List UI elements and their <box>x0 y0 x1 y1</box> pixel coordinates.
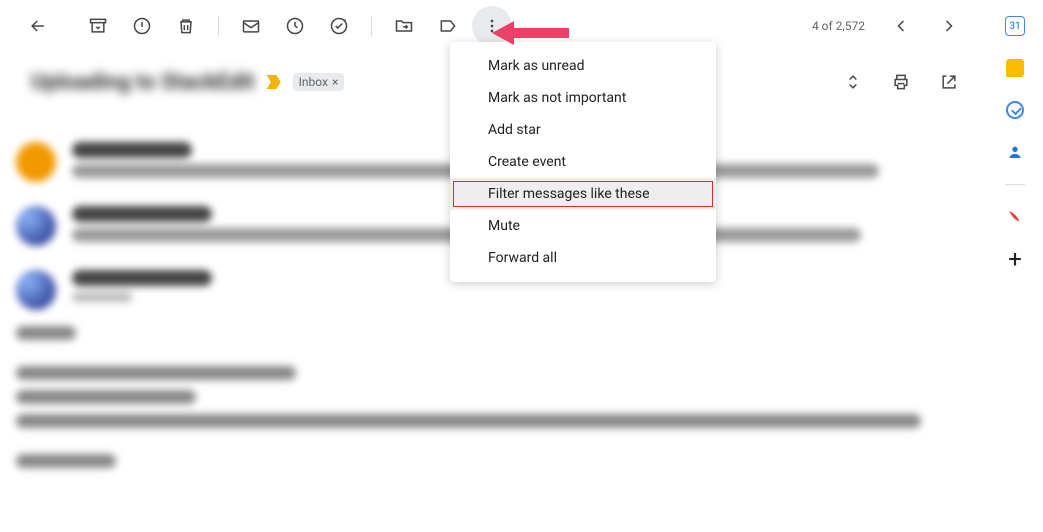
inbox-label[interactable]: Inbox × <box>293 73 345 91</box>
get-addons-button[interactable]: + <box>1005 249 1025 269</box>
inbox-label-text: Inbox <box>299 75 328 89</box>
menu-forward-all[interactable]: Forward all <box>450 242 716 274</box>
tasks-addon[interactable] <box>1005 100 1025 120</box>
labels-button[interactable] <box>428 6 468 46</box>
contacts-addon[interactable] <box>1005 142 1025 162</box>
divider <box>371 16 372 36</box>
divider <box>218 16 219 36</box>
keep-addon[interactable] <box>1005 58 1025 78</box>
importance-marker-icon[interactable] <box>267 75 281 89</box>
delete-button[interactable] <box>166 6 206 46</box>
menu-mark-not-important[interactable]: Mark as not important <box>450 82 716 114</box>
main-content: 4 of 2,572 Uploading to StackEdit Inbox … <box>2 2 985 530</box>
older-button[interactable] <box>929 6 969 46</box>
add-to-tasks-button[interactable] <box>319 6 359 46</box>
print-button[interactable] <box>881 62 921 102</box>
menu-mute[interactable]: Mute <box>450 210 716 242</box>
comet-addon[interactable] <box>1005 207 1025 227</box>
expand-all-button[interactable] <box>833 62 873 102</box>
mark-unread-button[interactable] <box>231 6 271 46</box>
toolbar-left <box>18 6 512 46</box>
plus-icon: + <box>1008 247 1022 271</box>
menu-create-event[interactable]: Create event <box>450 146 716 178</box>
newer-button[interactable] <box>881 6 921 46</box>
calendar-addon[interactable]: 31 <box>1005 16 1025 36</box>
side-panel: 31 + <box>987 0 1043 532</box>
pagination-text: 4 of 2,572 <box>812 19 865 33</box>
more-menu: Mark as unread Mark as not important Add… <box>450 42 716 282</box>
subject-text: Uploading to StackEdit <box>31 70 255 95</box>
annotation-arrow <box>492 21 569 45</box>
snooze-button[interactable] <box>275 6 315 46</box>
menu-filter-messages[interactable]: Filter messages like these <box>450 178 716 210</box>
menu-mark-unread[interactable]: Mark as unread <box>450 50 716 82</box>
avatar <box>16 270 56 310</box>
remove-label-icon[interactable]: × <box>332 75 338 89</box>
toolbar-right: 4 of 2,572 <box>812 6 969 46</box>
move-to-button[interactable] <box>384 6 424 46</box>
archive-button[interactable] <box>78 6 118 46</box>
avatar <box>16 206 56 246</box>
message-item[interactable] <box>16 258 969 490</box>
back-button[interactable] <box>18 6 58 46</box>
side-divider <box>1005 184 1025 185</box>
spam-button[interactable] <box>122 6 162 46</box>
avatar <box>16 142 56 182</box>
menu-add-star[interactable]: Add star <box>450 114 716 146</box>
subject-actions <box>833 62 969 102</box>
open-new-window-button[interactable] <box>929 62 969 102</box>
